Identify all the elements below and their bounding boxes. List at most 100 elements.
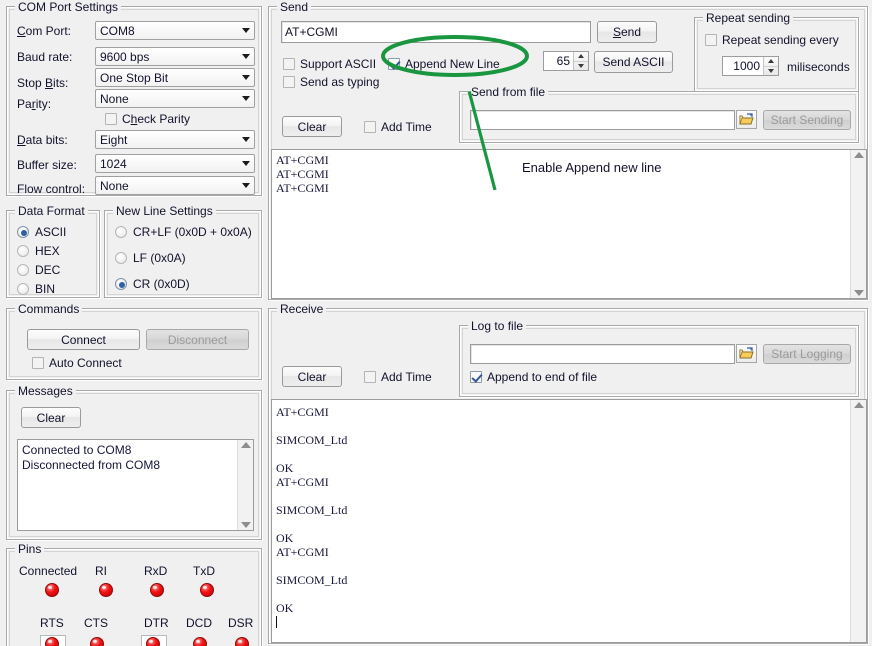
parity-combo[interactable]: None — [95, 89, 255, 108]
send-from-file-group: Send from file Start Sending — [459, 91, 859, 143]
send-clear-button[interactable]: Clear — [282, 116, 342, 137]
checkbox-box — [105, 113, 117, 125]
connect-button[interactable]: Connect — [27, 329, 140, 350]
send-ascii-button[interactable]: Send ASCII — [594, 51, 673, 73]
send-add-time-label: Add Time — [381, 120, 432, 134]
flow-control-label: Flow control: — [17, 182, 85, 196]
data-format-option-hex[interactable]: HEX — [17, 244, 60, 258]
scroll-up-icon[interactable] — [854, 152, 864, 158]
chevron-down-icon[interactable] — [238, 131, 254, 148]
chevron-down-icon[interactable] — [238, 69, 254, 86]
com-port-settings-title: COM Port Settings — [15, 0, 121, 14]
pin-led-rts — [45, 637, 59, 646]
spinner-up-icon[interactable] — [764, 57, 778, 67]
support-ascii-label: Support ASCII — [300, 57, 376, 71]
messages-group: Messages Clear Connected to COM8 Disconn… — [6, 390, 262, 540]
baud-rate-combo[interactable]: 9600 bps — [95, 47, 255, 66]
new-line-option-crlf[interactable]: CR+LF (0x0D + 0x0A) — [115, 225, 252, 239]
send-log-scrollbar[interactable] — [850, 150, 866, 298]
log-to-file-browse-button[interactable] — [736, 344, 757, 363]
data-format-option-dec[interactable]: DEC — [17, 263, 60, 277]
pin-led-txd — [200, 583, 214, 597]
send-as-typing-checkbox[interactable]: Send as typing — [283, 75, 379, 89]
send-add-time-checkbox[interactable]: Add Time — [364, 120, 432, 134]
send-from-file-browse-button[interactable] — [736, 110, 757, 129]
checkbox-box — [364, 121, 376, 133]
scroll-down-icon[interactable] — [241, 522, 251, 528]
annotation-text: Enable Append new line — [522, 160, 662, 175]
radio-dot — [17, 264, 29, 276]
pin-label-rts: RTS — [40, 616, 64, 630]
start-sending-button[interactable]: Start Sending — [763, 110, 851, 130]
checkbox-box — [283, 76, 295, 88]
pins-title: Pins — [15, 542, 44, 556]
com-port-combo[interactable]: COM8 — [95, 21, 255, 40]
spinner-down-icon[interactable] — [764, 67, 778, 76]
data-format-label-bin: BIN — [35, 282, 55, 296]
chevron-down-icon[interactable] — [238, 90, 254, 107]
scroll-up-icon[interactable] — [854, 402, 864, 408]
receive-log[interactable]: AT+CGMI SIMCOM_Ltd OK AT+CGMI SIMCOM_Ltd… — [271, 399, 867, 643]
data-format-group: Data Format ASCII HEX DEC BIN — [6, 210, 100, 298]
data-bits-combo[interactable]: Eight — [95, 130, 255, 149]
support-ascii-checkbox[interactable]: Support ASCII — [283, 57, 376, 71]
flow-control-value: None — [100, 179, 238, 193]
data-format-label-ascii: ASCII — [35, 225, 66, 239]
pin-label-connected: Connected — [19, 564, 77, 578]
stop-bits-label: Stop Bits: — [17, 76, 68, 90]
auto-connect-checkbox[interactable]: Auto Connect — [32, 356, 122, 370]
radio-dot — [17, 226, 29, 238]
receive-add-time-checkbox[interactable]: Add Time — [364, 370, 432, 384]
repeat-sending-checkbox[interactable]: Repeat sending every — [705, 33, 839, 47]
chevron-down-icon[interactable] — [238, 177, 254, 194]
messages-scrollbar[interactable] — [237, 440, 253, 530]
scroll-down-icon[interactable] — [854, 290, 864, 296]
chevron-down-icon[interactable] — [238, 22, 254, 39]
repeat-sending-group: Repeat sending Repeat sending every 1000… — [694, 17, 859, 92]
stop-bits-combo[interactable]: One Stop Bit — [95, 68, 255, 87]
receive-clear-button[interactable]: Clear — [282, 366, 342, 387]
spinner-buttons[interactable] — [763, 57, 778, 75]
send-button[interactable]: Send — [597, 21, 657, 43]
flow-control-combo[interactable]: None — [95, 176, 255, 195]
new-line-option-lf[interactable]: LF (0x0A) — [115, 251, 186, 265]
spinner-down-icon[interactable] — [574, 62, 588, 71]
baud-rate-value: 9600 bps — [100, 50, 238, 64]
send-from-file-path-input[interactable] — [470, 110, 735, 130]
buffer-size-combo[interactable]: 1024 — [95, 154, 255, 173]
spinner-up-icon[interactable] — [574, 52, 588, 62]
receive-log-scrollbar[interactable] — [850, 400, 866, 642]
repeat-sending-label: Repeat sending every — [722, 33, 839, 47]
repeat-interval-value: 1000 — [723, 57, 763, 75]
send-title: Send — [277, 0, 311, 14]
send-as-typing-label: Send as typing — [300, 75, 379, 89]
log-to-file-path-input[interactable] — [470, 344, 735, 364]
repeat-interval-spinner[interactable]: 1000 — [722, 56, 779, 76]
messages-log[interactable]: Connected to COM8 Disconnected from COM8 — [17, 439, 254, 531]
checkbox-box — [364, 371, 376, 383]
data-format-title: Data Format — [15, 204, 88, 218]
messages-clear-button[interactable]: Clear — [21, 407, 81, 428]
pin-led-cts — [90, 637, 104, 646]
new-line-option-cr[interactable]: CR (0x0D) — [115, 277, 190, 291]
pin-label-rxd: RxD — [144, 564, 167, 578]
repeat-sending-title: Repeat sending — [703, 11, 793, 25]
send-command-input[interactable]: AT+CGMI — [281, 21, 591, 43]
check-parity-checkbox[interactable]: Check Parity — [105, 112, 190, 126]
receive-log-text: AT+CGMI SIMCOM_Ltd OK AT+CGMI SIMCOM_Ltd… — [272, 400, 850, 642]
data-format-label-dec: DEC — [35, 263, 60, 277]
append-new-line-checkbox[interactable]: Append New Line — [388, 57, 500, 71]
disconnect-button[interactable]: Disconnect — [146, 329, 249, 350]
ascii-code-spinner[interactable]: 65 — [543, 51, 589, 71]
start-logging-button[interactable]: Start Logging — [763, 344, 851, 364]
spinner-buttons[interactable] — [573, 52, 588, 70]
chevron-down-icon[interactable] — [238, 155, 254, 172]
receive-title: Receive — [277, 302, 326, 316]
data-format-option-ascii[interactable]: ASCII — [17, 225, 66, 239]
baud-rate-label: Baud rate: — [17, 50, 72, 64]
pin-label-cts: CTS — [84, 616, 108, 630]
append-to-end-of-file-checkbox[interactable]: Append to end of file — [470, 370, 597, 384]
data-format-option-bin[interactable]: BIN — [17, 282, 55, 296]
scroll-up-icon[interactable] — [241, 442, 251, 448]
chevron-down-icon[interactable] — [238, 48, 254, 65]
